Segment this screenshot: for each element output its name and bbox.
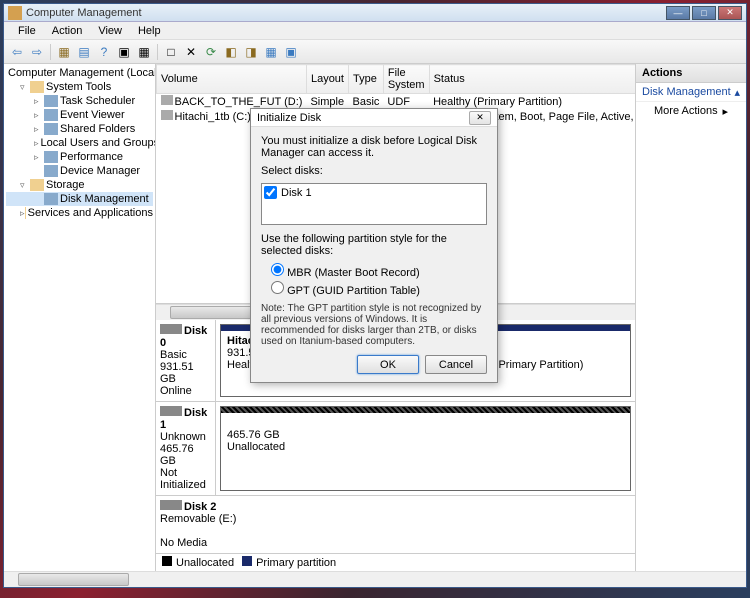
table-row[interactable]: BACK_TO_THE_FUT (D:) Simple Basic UDF He… (157, 94, 636, 110)
mbr-radio[interactable] (271, 263, 284, 276)
maximize-button[interactable]: □ (692, 6, 716, 20)
tree-root[interactable]: Computer Management (Local (6, 66, 153, 80)
menu-help[interactable]: Help (130, 23, 169, 39)
close-button[interactable]: ✕ (718, 6, 742, 20)
tool-icon[interactable]: ▣ (282, 43, 300, 61)
app-icon (8, 6, 22, 20)
disk-icon (160, 500, 182, 510)
tree-label: System Tools (46, 81, 111, 93)
col-layout[interactable]: Layout (306, 65, 348, 94)
tree-system-tools[interactable]: ▿System Tools (6, 80, 153, 94)
disk-select-list[interactable]: Disk 1 (261, 183, 487, 225)
properties-icon[interactable]: ▤ (75, 43, 93, 61)
legend-swatch-primary (242, 556, 252, 566)
delete-icon[interactable]: ✕ (182, 43, 200, 61)
tree-event-viewer[interactable]: ▹Event Viewer (6, 108, 153, 122)
tool-icon[interactable]: ▣ (115, 43, 133, 61)
initialize-disk-dialog: Initialize Disk ✕ You must initialize a … (250, 108, 498, 383)
dialog-intro: You must initialize a disk before Logica… (261, 135, 487, 159)
tree-pane[interactable]: Computer Management (Local ▿System Tools… (4, 64, 156, 571)
tree-device-manager[interactable]: Device Manager (6, 164, 153, 178)
disk-icon (160, 324, 182, 334)
dialog-select-label: Select disks: (261, 165, 487, 177)
dialog-titlebar[interactable]: Initialize Disk ✕ (251, 109, 497, 127)
tree-scrollbar[interactable] (4, 571, 746, 587)
chevron-right-icon: ▸ (722, 105, 728, 118)
tool-icon[interactable]: ⟳ (202, 43, 220, 61)
forward-icon[interactable]: ⇨ (28, 43, 46, 61)
menu-view[interactable]: View (90, 23, 130, 39)
tree-task-scheduler[interactable]: ▹Task Scheduler (6, 94, 153, 108)
cancel-button[interactable]: Cancel (425, 355, 487, 374)
actions-more[interactable]: More Actions▸ (636, 102, 746, 120)
tree-local-users[interactable]: ▹Local Users and Groups (6, 136, 153, 150)
tree-label: Shared Folders (60, 123, 135, 135)
actions-disk-mgmt[interactable]: Disk Management▴ (636, 83, 746, 102)
titlebar[interactable]: Computer Management — □ ✕ (4, 4, 746, 22)
tree-storage[interactable]: ▿Storage (6, 178, 153, 192)
window-title: Computer Management (26, 7, 666, 19)
radio-gpt[interactable]: GPT (GUID Partition Table) (271, 281, 487, 297)
col-status[interactable]: Status (429, 65, 635, 94)
disk-row[interactable]: Disk 1 Unknown 465.76 GB Not Initialized… (156, 402, 635, 496)
ok-button[interactable]: OK (357, 355, 419, 374)
volume-icon (161, 95, 173, 105)
partition-unallocated[interactable]: 465.76 GB Unallocated (220, 406, 631, 491)
disk-checkbox-item[interactable]: Disk 1 (264, 186, 484, 199)
tool-icon[interactable]: □ (162, 43, 180, 61)
tool-icon[interactable]: ▦ (262, 43, 280, 61)
legend-swatch-unalloc (162, 556, 172, 566)
gpt-radio[interactable] (271, 281, 284, 294)
toolbar: ⇦ ⇨ ▦ ▤ ? ▣ ▦ □ ✕ ⟳ ◧ ◨ ▦ ▣ (4, 40, 746, 64)
tree-label: Performance (60, 151, 123, 163)
tree-label: Local Users and Groups (41, 137, 156, 149)
chevron-up-icon: ▴ (734, 86, 740, 99)
tool-icon[interactable]: ◧ (222, 43, 240, 61)
tree-label: Services and Applications (28, 207, 153, 219)
radio-mbr[interactable]: MBR (Master Boot Record) (271, 263, 487, 279)
menu-action[interactable]: Action (44, 23, 91, 39)
tool-icon[interactable]: ▦ (135, 43, 153, 61)
tree-label: Computer Management (Local (8, 67, 156, 79)
tree-label: Task Scheduler (60, 95, 135, 107)
disk-info[interactable]: Disk 0 Basic 931.51 GB Online (156, 320, 216, 401)
tree-label: Event Viewer (60, 109, 125, 121)
tree-performance[interactable]: ▹Performance (6, 150, 153, 164)
menubar: File Action View Help (4, 22, 746, 40)
tree-disk-management[interactable]: Disk Management (6, 192, 153, 206)
back-icon[interactable]: ⇦ (8, 43, 26, 61)
tree-shared-folders[interactable]: ▹Shared Folders (6, 122, 153, 136)
tool-icon[interactable]: ▦ (55, 43, 73, 61)
volume-icon (161, 110, 173, 120)
dialog-style-label: Use the following partition style for th… (261, 233, 487, 257)
tree-label: Device Manager (60, 165, 140, 177)
disk-row[interactable]: Disk 2 Removable (E:) No Media (156, 496, 635, 553)
disk-icon (160, 406, 182, 416)
dialog-close-button[interactable]: ✕ (469, 111, 491, 125)
disk1-checkbox[interactable] (264, 186, 277, 199)
actions-pane: Actions Disk Management▴ More Actions▸ (636, 64, 746, 571)
col-volume[interactable]: Volume (157, 65, 307, 94)
tree-label: Storage (46, 179, 85, 191)
tree-services-apps[interactable]: ▹Services and Applications (6, 206, 153, 220)
col-fs[interactable]: File System (383, 65, 429, 94)
minimize-button[interactable]: — (666, 6, 690, 20)
tool-icon[interactable]: ◨ (242, 43, 260, 61)
menu-file[interactable]: File (10, 23, 44, 39)
help-icon[interactable]: ? (95, 43, 113, 61)
tree-label: Disk Management (60, 193, 149, 205)
actions-header: Actions (636, 64, 746, 83)
dialog-note: Note: The GPT partition style is not rec… (261, 303, 487, 347)
disk-info[interactable]: Disk 1 Unknown 465.76 GB Not Initialized (156, 402, 216, 495)
disk-info[interactable]: Disk 2 Removable (E:) No Media (156, 496, 635, 553)
col-type[interactable]: Type (348, 65, 383, 94)
dialog-title: Initialize Disk (257, 112, 469, 124)
legend: Unallocated Primary partition (156, 553, 635, 571)
